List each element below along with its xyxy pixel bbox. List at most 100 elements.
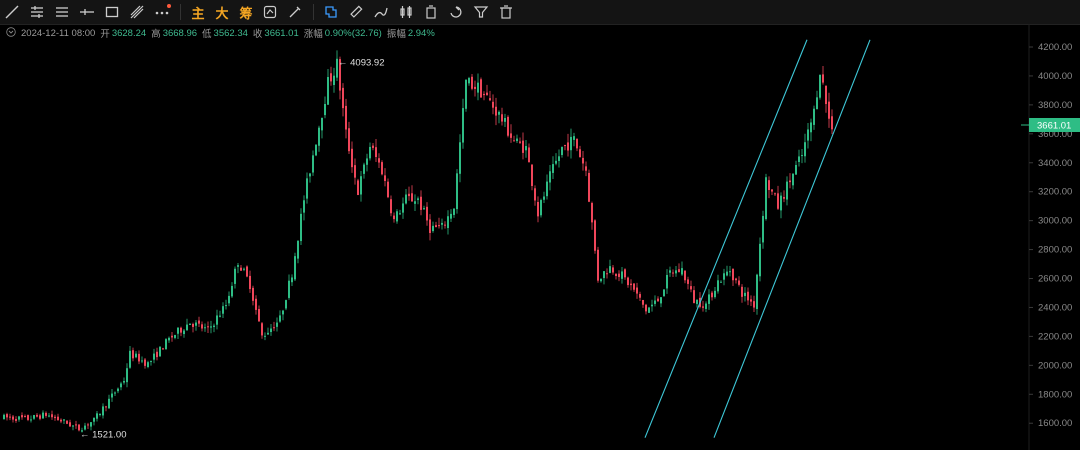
candle-body	[735, 278, 737, 281]
candle-body	[564, 145, 566, 147]
candle-body	[246, 266, 248, 277]
candle-body	[288, 280, 290, 298]
candle-body	[597, 249, 599, 281]
candle-body	[471, 76, 473, 89]
candle-body	[561, 146, 563, 156]
candle-body	[324, 103, 326, 116]
more-icon[interactable]	[150, 1, 174, 23]
candle-body	[483, 93, 485, 96]
candle-body	[204, 327, 206, 329]
candle-body	[525, 146, 527, 151]
horizontal-ray-icon[interactable]	[75, 1, 99, 23]
candle-body	[318, 127, 320, 146]
ruler-icon[interactable]	[344, 1, 368, 23]
channel-lines[interactable]	[644, 39, 871, 438]
candle-body	[696, 299, 698, 304]
pencil-icon[interactable]	[369, 1, 393, 23]
candle-body	[381, 162, 383, 175]
candle-body	[390, 199, 392, 214]
candle-body	[114, 392, 116, 394]
candle-body	[21, 415, 23, 418]
candle-body	[813, 108, 815, 125]
candle-body	[141, 360, 143, 362]
candle-body	[825, 85, 827, 105]
candle-body	[408, 193, 410, 197]
price-axis[interactable]: 4200.004000.003800.003600.003400.003200.…	[1029, 42, 1072, 429]
candle-body	[237, 265, 239, 267]
candle-body	[345, 105, 347, 130]
candle-body	[783, 197, 785, 199]
channel-line[interactable]	[713, 39, 871, 438]
candles-icon[interactable]	[394, 1, 418, 23]
candle-body	[405, 194, 407, 204]
candle-body	[183, 330, 185, 335]
candle-body	[831, 116, 833, 130]
candle-body	[291, 277, 293, 283]
candle-body	[252, 287, 254, 301]
candle-body	[210, 326, 212, 328]
candle-body	[309, 173, 311, 177]
candle-body	[186, 324, 188, 331]
candle-body	[279, 315, 281, 322]
candle-body	[690, 286, 692, 290]
horizontal-lines-icon[interactable]	[25, 1, 49, 23]
candle-body	[789, 180, 791, 183]
candle-body	[462, 108, 464, 143]
candle-body	[714, 290, 716, 298]
measure-icon[interactable]	[319, 1, 343, 23]
candle-body	[30, 419, 32, 421]
filter-icon[interactable]	[469, 1, 493, 23]
adjust-icon[interactable]	[258, 1, 282, 23]
brush-icon[interactable]	[283, 1, 307, 23]
big-order-button[interactable]: 大	[210, 1, 234, 23]
candle-body	[768, 180, 770, 191]
candle-body	[732, 268, 734, 281]
candle-body	[600, 278, 602, 282]
candle-body	[609, 266, 611, 273]
main-indicator-button[interactable]: 主	[186, 1, 210, 23]
candlestick-chart[interactable]: ← 4093.92 ← 1521.00 4200.00 4000.00 3800.00…	[0, 24, 1080, 450]
candle-body	[351, 148, 353, 168]
candle-body	[15, 418, 17, 421]
candle-body	[807, 129, 809, 141]
channel-line[interactable]	[644, 39, 808, 438]
candle-body	[330, 73, 332, 82]
candle-body	[441, 222, 443, 225]
candle-body	[147, 362, 149, 368]
candle-body	[534, 188, 536, 201]
candle-body	[480, 79, 482, 98]
candle-body	[96, 413, 98, 419]
candle-body	[624, 269, 626, 278]
current-price-tag: 3661.01	[1021, 117, 1080, 132]
y-tick-label: 2800.00	[1038, 245, 1072, 256]
y-tick-label: 2200.00	[1038, 331, 1072, 342]
candle-body	[315, 144, 317, 156]
y-tick-label: 3400.00	[1038, 158, 1072, 169]
magnet-icon[interactable]	[444, 1, 468, 23]
candle-body	[42, 412, 44, 419]
candle-body	[765, 177, 767, 220]
rectangle-icon[interactable]	[100, 1, 124, 23]
candle-body	[312, 155, 314, 173]
chips-button[interactable]: 筹	[234, 1, 258, 23]
candle-body	[612, 267, 614, 273]
fib-icon[interactable]	[125, 1, 149, 23]
candle-body	[177, 327, 179, 334]
candle-body	[267, 332, 269, 335]
candle-body	[543, 196, 545, 200]
candle-body	[87, 424, 89, 426]
candle-body	[285, 300, 287, 309]
line-tool-icon[interactable]	[0, 1, 24, 23]
candle-body	[189, 323, 191, 325]
candle-body	[684, 270, 686, 281]
candle-body	[741, 286, 743, 297]
candle-body	[24, 416, 26, 418]
copy-icon[interactable]	[419, 1, 443, 23]
trash-icon[interactable]	[494, 1, 518, 23]
candle-body	[156, 351, 158, 358]
candle-body	[468, 78, 470, 84]
candle-body	[774, 193, 776, 195]
channel-icon[interactable]	[50, 1, 74, 23]
candle-body	[375, 147, 377, 158]
candle-body	[579, 149, 581, 158]
